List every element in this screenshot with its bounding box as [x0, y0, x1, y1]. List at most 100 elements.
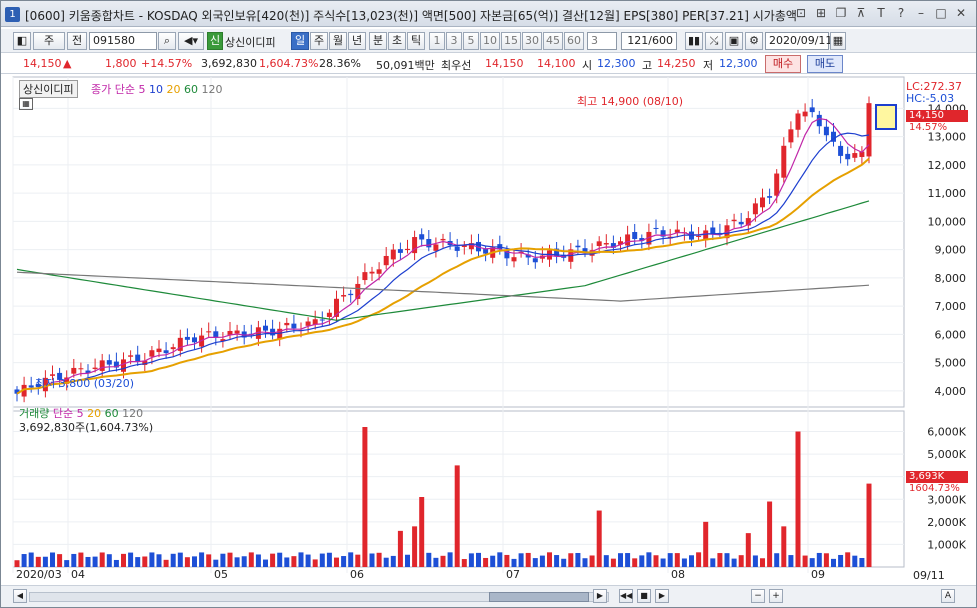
link-icon[interactable]: ⊡ [794, 6, 808, 21]
volume-bar [135, 557, 141, 567]
help-icon[interactable]: ? [894, 6, 908, 21]
pin-icon[interactable]: ⊼ [854, 6, 868, 21]
tab-tick[interactable]: 틱 [407, 32, 425, 50]
candle-body [454, 246, 460, 251]
settings-icon[interactable]: ⚙ [745, 32, 763, 50]
candle-body [696, 235, 702, 237]
layout-icon[interactable]: ⊞ [814, 6, 828, 21]
rewind-icon[interactable]: ◀◀ [619, 589, 633, 603]
zoom-in-icon[interactable]: + [769, 589, 783, 603]
candle-body [383, 255, 389, 266]
interval-45[interactable]: 45 [543, 32, 563, 50]
volume-bar [547, 552, 552, 567]
candle-body [184, 336, 190, 340]
price-tick-label: 6,000 [935, 328, 967, 341]
date-input[interactable]: 2020/09/11 [765, 32, 832, 50]
tab-month[interactable]: 월 [329, 32, 347, 50]
selection-box[interactable] [875, 104, 897, 130]
last-price-pct: 14.57% [909, 122, 948, 133]
chart-area[interactable]: 14,00013,00012,00011,00010,0009,0008,000… [1, 75, 976, 585]
zoom-out-icon[interactable]: − [751, 589, 765, 603]
tab-year[interactable]: 년 [348, 32, 366, 50]
priority-label: 최우선 [441, 59, 472, 72]
interval-10[interactable]: 10 [480, 32, 500, 50]
data-count-input[interactable]: 121/600 [621, 32, 677, 50]
tab-minute[interactable]: 분 [369, 32, 387, 50]
price-tick-label: 5,000 [935, 357, 967, 370]
copy-icon[interactable]: ❐ [834, 6, 848, 21]
scroll-left-icon[interactable]: ◀ [13, 589, 27, 603]
volume-bar [603, 555, 609, 567]
sound-icon[interactable]: ◀▾ [178, 32, 204, 50]
volume-bar [681, 558, 687, 567]
ma20-legend: 20 [166, 83, 181, 96]
custom-interval-select[interactable]: 3 [587, 32, 617, 50]
maximize-icon[interactable]: □ [934, 6, 948, 21]
price-legend[interactable]: 종가 단순 5 10 20 60 120 [91, 81, 222, 97]
volume-bar [582, 558, 588, 567]
scroll-right-icon[interactable]: ▶ [593, 589, 607, 603]
candle-type-icon[interactable]: ▮▮ [685, 32, 703, 50]
play-icon[interactable]: ▶ [655, 589, 669, 603]
interval-5[interactable]: 5 [463, 32, 479, 50]
prev-button[interactable]: 전 [67, 32, 87, 50]
stop-icon[interactable]: ■ [637, 589, 651, 603]
interval-60[interactable]: 60 [564, 32, 584, 50]
tab-day[interactable]: 일 [291, 32, 309, 50]
candle-body [319, 319, 325, 321]
volume-bar [447, 552, 453, 567]
indicator-icon[interactable]: ⤯ [705, 32, 723, 50]
volume-bar [646, 552, 652, 567]
candle-body [816, 114, 822, 127]
candle-body [433, 244, 439, 251]
last-volume-pct: 1604.73% [909, 483, 960, 494]
volume-bar [866, 483, 872, 567]
volume-bar [710, 558, 716, 567]
volume-bar [696, 552, 702, 567]
volume-bar [270, 553, 276, 567]
sell-button[interactable]: 매도 [807, 55, 843, 73]
interval-30[interactable]: 30 [522, 32, 542, 50]
tab-week[interactable]: 주 [310, 32, 328, 50]
candle-body [809, 107, 815, 113]
volume-bar [142, 556, 148, 567]
search-icon[interactable]: ⌕ [158, 32, 176, 50]
interval-3[interactable]: 3 [446, 32, 462, 50]
scroll-thumb[interactable] [489, 592, 589, 602]
stock-code-input[interactable]: 091580 [89, 32, 157, 50]
low-annotation: 최저 3,800 (03/20) [35, 377, 135, 390]
volume-bar [263, 559, 268, 567]
save-icon[interactable]: ▣ [725, 32, 743, 50]
volume-bar [468, 553, 474, 567]
calendar-icon[interactable]: ▦ [830, 32, 846, 50]
stock-label-box[interactable]: 상신이디피 [19, 80, 78, 98]
close-icon[interactable]: ✕ [954, 6, 968, 21]
candle-body [838, 145, 844, 156]
candle-body [284, 322, 290, 326]
candle-body [774, 173, 780, 196]
grid-toggle-icon[interactable]: ▦ [19, 98, 33, 110]
volume-bar [575, 552, 581, 567]
text-icon[interactable]: T [874, 6, 888, 21]
title-bar: 1 [0600] 키움종합차트 - KOSDAQ 외국인보유[420(천)] 주… [1, 1, 976, 27]
period-select[interactable]: 주 [33, 32, 65, 50]
menu-icon[interactable]: ◧ [13, 32, 31, 50]
candle-body [852, 153, 858, 158]
font-size-icon[interactable]: A [941, 589, 955, 603]
candle-body [28, 385, 34, 388]
window-number[interactable]: 1 [5, 7, 20, 22]
volume-tick-label: 1,000K [927, 538, 966, 551]
volume-bar [838, 554, 844, 567]
candle-body [192, 337, 197, 343]
interval-1[interactable]: 1 [429, 32, 445, 50]
volume-bar [57, 554, 63, 567]
interval-15[interactable]: 15 [501, 32, 521, 50]
volume-bar [596, 510, 602, 567]
candle-body [760, 197, 765, 208]
volume-bar [561, 558, 567, 567]
minimize-icon[interactable]: – [914, 6, 928, 21]
scroll-bar[interactable]: ◀ ▶ ◀◀ ■ ▶ − + A [1, 585, 976, 607]
tab-second[interactable]: 초 [388, 32, 406, 50]
buy-button[interactable]: 매수 [765, 55, 801, 73]
price-tick-label: 10,000 [928, 215, 967, 228]
